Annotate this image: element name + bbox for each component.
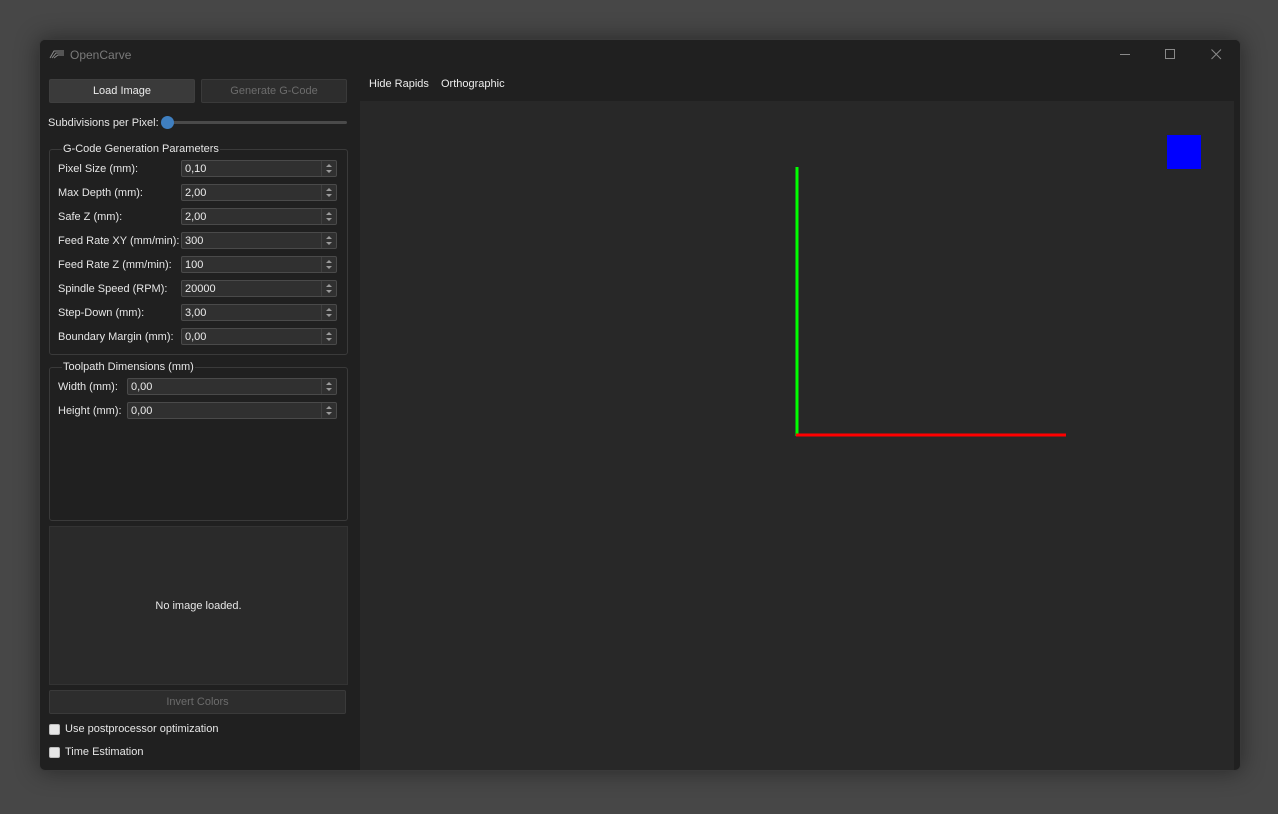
safe-z-value: 2,00 (185, 211, 207, 223)
safe-z-spinbox[interactable]: 2,00 (181, 208, 337, 225)
subdivisions-slider-handle[interactable] (161, 116, 174, 129)
z-axis-marker (1167, 135, 1201, 169)
arrow-down-icon[interactable] (326, 266, 332, 269)
width-label: Width (mm): (58, 381, 118, 393)
subdivisions-slider-track[interactable] (163, 121, 347, 124)
feed-rate-z-stepper[interactable] (321, 257, 336, 272)
gcode-params-group: G-Code Generation Parameters Pixel Size … (49, 143, 348, 355)
pixel-size-stepper[interactable] (321, 161, 336, 176)
feed-rate-xy-stepper[interactable] (321, 233, 336, 248)
arrow-up-icon[interactable] (326, 406, 332, 409)
height-label: Height (mm): (58, 405, 122, 417)
close-icon (1211, 49, 1222, 60)
arrow-up-icon[interactable] (326, 188, 332, 191)
step-down-value: 3,00 (185, 307, 207, 319)
title-bar: OpenCarve (40, 40, 1240, 70)
arrow-down-icon[interactable] (326, 388, 332, 391)
toolpath-dims-title: Toolpath Dimensions (mm) (62, 361, 195, 373)
height-value: 0,00 (131, 405, 153, 417)
feed-rate-z-spinbox[interactable]: 100 (181, 256, 337, 273)
step-down-label: Step-Down (mm): (58, 307, 145, 319)
step-down-spinbox[interactable]: 3,00 (181, 304, 337, 321)
spindle-speed-value: 20000 (185, 283, 216, 295)
arrow-up-icon[interactable] (326, 236, 332, 239)
time-estimation-option[interactable]: Time Estimation (49, 746, 143, 758)
gcode-params-title: G-Code Generation Parameters (62, 143, 220, 155)
boundary-margin-label: Boundary Margin (mm): (58, 331, 174, 343)
max-depth-value: 2,00 (185, 187, 207, 199)
postprocessor-checkbox[interactable] (49, 723, 60, 735)
arrow-up-icon[interactable] (326, 260, 332, 263)
arrow-up-icon[interactable] (326, 382, 332, 385)
close-button[interactable] (1194, 40, 1239, 70)
arrow-up-icon[interactable] (326, 164, 332, 167)
spindle-speed-spinbox[interactable]: 20000 (181, 280, 337, 297)
viewport-canvas (795, 135, 1201, 437)
invert-colors-button[interactable]: Invert Colors (49, 690, 346, 714)
arrow-up-icon[interactable] (326, 308, 332, 311)
app-logo-icon (49, 50, 64, 59)
feed-rate-xy-value: 300 (185, 235, 204, 247)
load-image-button[interactable]: Load Image (49, 79, 195, 103)
time-estimation-label: Time Estimation (65, 746, 144, 758)
minimize-icon (1120, 54, 1130, 55)
window-title: OpenCarve (70, 48, 132, 62)
arrow-up-icon[interactable] (326, 284, 332, 287)
pixel-size-label: Pixel Size (mm): (58, 163, 139, 175)
arrow-down-icon[interactable] (326, 412, 332, 415)
no-image-text: No image loaded. (155, 600, 242, 612)
arrow-down-icon[interactable] (326, 338, 332, 341)
max-depth-stepper[interactable] (321, 185, 336, 200)
toolpath-dims-group: Toolpath Dimensions (mm) Width (mm): 0,0… (49, 361, 348, 521)
feed-rate-xy-spinbox[interactable]: 300 (181, 232, 337, 249)
safe-z-stepper[interactable] (321, 209, 336, 224)
postprocessor-option[interactable]: Use postprocessor optimization (49, 723, 218, 735)
step-down-stepper[interactable] (321, 305, 336, 320)
max-depth-spinbox[interactable]: 2,00 (181, 184, 337, 201)
pixel-size-spinbox[interactable]: 0,10 (181, 160, 337, 177)
main-window: OpenCarve Load Image Generate G-Code Sub… (39, 39, 1241, 771)
time-estimation-checkbox[interactable] (49, 746, 60, 758)
feed-rate-z-value: 100 (185, 259, 204, 271)
arrow-down-icon[interactable] (326, 218, 332, 221)
hide-rapids-menu[interactable]: Hide Rapids (369, 78, 429, 90)
viewport-menu-bar: Hide Rapids Orthographic (360, 70, 1234, 101)
height-spinbox[interactable]: 0,00 (127, 402, 337, 419)
image-preview: No image loaded. (49, 526, 348, 685)
spindle-speed-stepper[interactable] (321, 281, 336, 296)
maximize-button[interactable] (1148, 40, 1193, 70)
height-stepper[interactable] (321, 403, 336, 418)
width-spinbox[interactable]: 0,00 (127, 378, 337, 395)
3d-viewport[interactable] (360, 101, 1234, 770)
arrow-down-icon[interactable] (326, 170, 332, 173)
arrow-down-icon[interactable] (326, 194, 332, 197)
width-stepper[interactable] (321, 379, 336, 394)
safe-z-label: Safe Z (mm): (58, 211, 123, 223)
maximize-icon (1165, 49, 1175, 59)
postprocessor-label: Use postprocessor optimization (65, 723, 219, 735)
subdivisions-label: Subdivisions per Pixel: (48, 117, 159, 129)
pixel-size-value: 0,10 (185, 163, 207, 175)
orthographic-menu[interactable]: Orthographic (441, 78, 505, 90)
minimize-button[interactable] (1103, 40, 1148, 70)
arrow-up-icon[interactable] (326, 332, 332, 335)
spindle-speed-label: Spindle Speed (RPM): (58, 283, 168, 295)
width-value: 0,00 (131, 381, 153, 393)
feed-rate-z-label: Feed Rate Z (mm/min): (58, 259, 172, 271)
arrow-up-icon[interactable] (326, 212, 332, 215)
boundary-margin-spinbox[interactable]: 0,00 (181, 328, 337, 345)
generate-gcode-button[interactable]: Generate G-Code (201, 79, 347, 103)
arrow-down-icon[interactable] (326, 242, 332, 245)
arrow-down-icon[interactable] (326, 290, 332, 293)
feed-rate-xy-label: Feed Rate XY (mm/min): (58, 235, 180, 247)
arrow-down-icon[interactable] (326, 314, 332, 317)
boundary-margin-stepper[interactable] (321, 329, 336, 344)
max-depth-label: Max Depth (mm): (58, 187, 143, 199)
boundary-margin-value: 0,00 (185, 331, 207, 343)
